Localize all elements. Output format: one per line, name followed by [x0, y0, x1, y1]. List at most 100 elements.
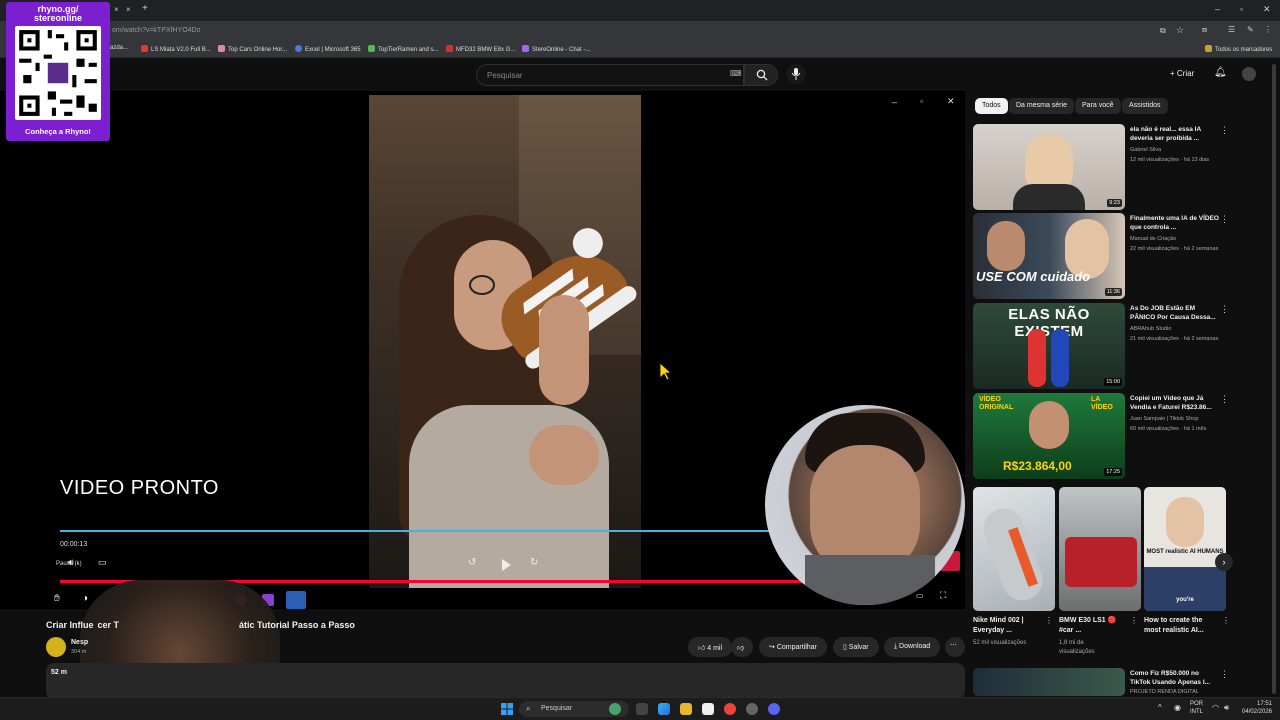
rec-video-5[interactable]: Como Fiz R$50.000 no TikTok Usando Apena…: [973, 668, 1233, 696]
rec-menu-icon[interactable]: ⋮: [1220, 214, 1229, 225]
description-box[interactable]: 52 m: [46, 663, 965, 699]
like-button[interactable]: 👍︎ 4 mil: [688, 637, 733, 657]
dislike-button[interactable]: 👎︎: [731, 637, 753, 657]
rec-menu-icon[interactable]: ⋮: [1220, 669, 1229, 680]
edge-icon[interactable]: [658, 703, 670, 715]
rec-menu-icon[interactable]: ⋮: [1220, 394, 1229, 405]
save-button[interactable]: ▯ Salvar: [833, 637, 879, 657]
bookmark-item[interactable]: StereOnline - Chat -...: [522, 45, 590, 53]
tray-app-icon[interactable]: ◉: [1174, 703, 1181, 712]
windows-start-icon[interactable]: [501, 703, 513, 715]
star-icon[interactable]: ☆: [1176, 25, 1184, 36]
menu-icon[interactable]: ⋮: [1264, 25, 1272, 34]
rec-video-3[interactable]: ELAS NÃO EXISTEM 15:00 As Do JOB Estão E…: [973, 303, 1233, 389]
url-field[interactable]: om/watch?v=kTPXfHYO4Do: [112, 27, 201, 34]
taskbar-app-icon[interactable]: [609, 703, 621, 715]
search-button[interactable]: [744, 64, 778, 86]
rec-title[interactable]: Copiei um Vídeo que Já Vendia e Faturei …: [1130, 394, 1220, 412]
bookmark-item[interactable]: Top Cars Online Hor...: [218, 45, 287, 53]
chip-all[interactable]: Todos: [975, 98, 1008, 114]
rec-title[interactable]: Como Fiz R$50.000 no TikTok Usando Apena…: [1130, 669, 1220, 687]
all-bookmarks[interactable]: Todos os marcadores: [1205, 45, 1272, 53]
app-icon[interactable]: [746, 703, 758, 715]
rec-thumbnail[interactable]: VÍDEO ORIGINAL LA VÍDEO R$23.864,00 17:2…: [973, 393, 1125, 479]
rewind-10-icon[interactable]: ↺: [468, 557, 476, 568]
file-explorer-icon[interactable]: [680, 703, 692, 715]
chip-same-series[interactable]: Da mesma série: [1009, 98, 1074, 114]
short-thumbnail-2[interactable]: [1059, 487, 1141, 611]
miniplayer-expand-icon[interactable]: ▫: [920, 97, 923, 106]
app-icon-blue[interactable]: [286, 591, 306, 609]
discord-icon[interactable]: [768, 703, 780, 715]
voice-search-button[interactable]: [786, 64, 806, 84]
extensions-icon[interactable]: ⧈: [1202, 25, 1207, 35]
rec-thumbnail[interactable]: 9:23: [973, 124, 1125, 210]
channel-avatar[interactable]: [46, 637, 66, 657]
short-thumbnail-1[interactable]: [973, 487, 1055, 611]
rec-title[interactable]: As Do JOB Estão EM PÂNICO Por Causa Dess…: [1130, 304, 1220, 322]
keyboard-icon[interactable]: ⌨: [730, 69, 742, 78]
short-title[interactable]: How to create the most realistic AI...: [1144, 616, 1220, 636]
create-button[interactable]: + Criar: [1164, 65, 1200, 85]
profile-icon[interactable]: ✎: [1247, 25, 1254, 34]
short-title[interactable]: BMW E30 LS1 🔴 #car ...: [1059, 616, 1129, 636]
short-menu-icon[interactable]: ⋮: [1130, 616, 1138, 625]
volume-icon[interactable]: 🔊︎: [1224, 703, 1229, 713]
editor-progress-bar[interactable]: [60, 530, 770, 532]
share-button[interactable]: ↪ Compartilhar: [759, 637, 827, 657]
chrome-icon[interactable]: [724, 703, 736, 715]
maximize-icon[interactable]: ▫: [1240, 4, 1243, 14]
forward-30-icon[interactable]: ↻: [530, 557, 538, 568]
rec-menu-icon[interactable]: ⋮: [1220, 304, 1229, 315]
sidebar-icon[interactable]: ☰: [1228, 25, 1235, 34]
rec-video-4[interactable]: VÍDEO ORIGINAL LA VÍDEO R$23.864,00 17:2…: [973, 393, 1233, 479]
bookmark-item[interactable]: LS Miata V2.0 Full B...: [141, 45, 211, 53]
search-input[interactable]: Pesquisar: [476, 64, 744, 86]
bookmark-item[interactable]: MFD32 BMW E8x G...: [446, 45, 515, 53]
miniplayer-minimize-icon[interactable]: –: [892, 97, 897, 107]
wifi-icon[interactable]: ◠: [1212, 703, 1219, 712]
rec-title[interactable]: ela não é real... essa IA deveria ser pr…: [1130, 125, 1220, 143]
download-button[interactable]: ⤓ Download: [884, 637, 941, 657]
rec-title[interactable]: Finalmente uma IA de VÍDEO que controla …: [1130, 214, 1220, 232]
volume-icon[interactable]: 🔊︎: [68, 557, 74, 568]
rec-channel[interactable]: ABRAhub Studio: [1130, 326, 1171, 332]
rec-thumbnail[interactable]: [973, 668, 1125, 696]
task-view-icon[interactable]: [636, 703, 648, 715]
chip-for-you[interactable]: Para você: [1075, 98, 1121, 114]
short-thumbnail-3[interactable]: MOST realistic AI HUMANS you're: [1144, 487, 1226, 611]
clock[interactable]: 17:51 04/02/2026: [1240, 700, 1272, 716]
channel-name[interactable]: Nesp: [71, 639, 88, 646]
rec-thumbnail[interactable]: USE COM cuidado 11:36: [973, 213, 1125, 299]
short-menu-icon[interactable]: ⋮: [1045, 616, 1053, 625]
app-icon[interactable]: ◑: [82, 593, 88, 604]
new-tab-button[interactable]: +: [142, 3, 148, 14]
shorts-next-arrow-icon[interactable]: ›: [1215, 553, 1233, 571]
bookmark-item[interactable]: azda...: [110, 45, 128, 51]
language-indicator[interactable]: POR INTL: [1190, 700, 1203, 716]
short-title[interactable]: Nike Mind 002 | Everyday ...: [973, 616, 1043, 636]
miniplayer-close-icon[interactable]: ✕: [947, 96, 955, 107]
rec-channel[interactable]: PROJETO RENDA DIGITAL: [1130, 689, 1199, 695]
fullscreen-icon[interactable]: ⛶: [940, 590, 946, 601]
hand-icon[interactable]: ✋︎: [54, 593, 60, 604]
rec-video-2[interactable]: USE COM cuidado 11:36 Finalmente uma IA …: [973, 213, 1233, 299]
notifications-bell-icon[interactable]: 🔔︎: [1214, 67, 1227, 78]
short-menu-icon[interactable]: ⋮: [1222, 616, 1230, 625]
minimize-icon[interactable]: –: [1215, 4, 1220, 14]
rec-channel[interactable]: Gabriel Silva: [1130, 147, 1161, 153]
rec-menu-icon[interactable]: ⋮: [1220, 125, 1229, 136]
bookmark-item[interactable]: Excel | Microsoft 365: [295, 45, 361, 53]
tray-chevron-icon[interactable]: ^: [1158, 703, 1162, 712]
chip-watched[interactable]: Assistidos: [1122, 98, 1168, 114]
captions-icon[interactable]: ▭: [98, 557, 107, 568]
bookmark-item[interactable]: TopTierRamen and s...: [368, 45, 438, 53]
store-icon[interactable]: [702, 703, 714, 715]
tab-close-icon-2[interactable]: ×: [126, 5, 131, 14]
install-icon[interactable]: ⧉: [1160, 26, 1166, 36]
play-icon[interactable]: [501, 559, 511, 571]
rec-channel[interactable]: Manual de Criação: [1130, 236, 1176, 242]
tab-close-icon[interactable]: ×: [114, 5, 119, 14]
scrollbar[interactable]: [1272, 64, 1276, 694]
more-actions-button[interactable]: ⋯: [945, 637, 965, 657]
